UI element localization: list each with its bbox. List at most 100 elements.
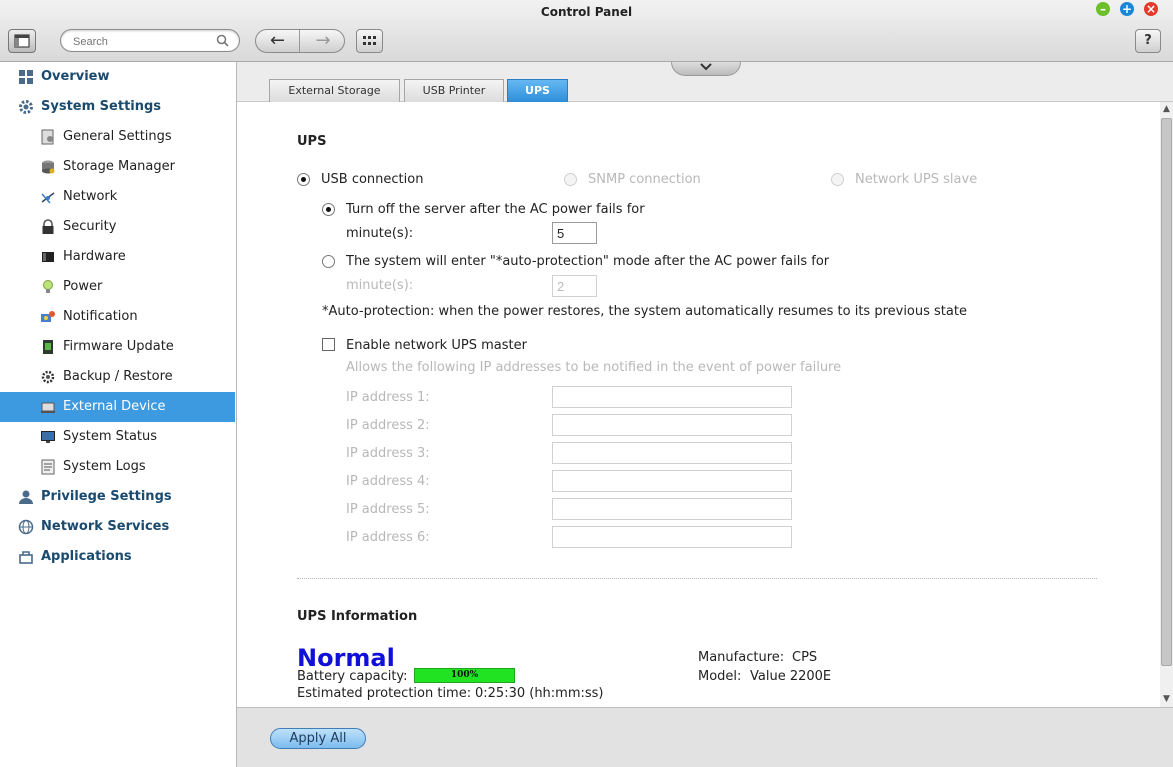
sidebar-icon	[14, 34, 30, 48]
apply-all-button[interactable]: Apply All	[270, 728, 366, 749]
forward-button[interactable]: →	[301, 30, 344, 52]
manufacture-label: Manufacture:	[698, 650, 785, 665]
sidebar-item-storage-manager[interactable]: Storage Manager	[0, 152, 235, 182]
ip-address-1-input[interactable]	[552, 386, 792, 408]
navigation-buttons: ← →	[255, 29, 345, 53]
turn-off-server-label: Turn off the server after the AC power f…	[346, 202, 645, 217]
logs-icon	[41, 459, 55, 475]
user-icon	[19, 490, 33, 504]
sidebar-item-notification[interactable]: Notification	[0, 302, 235, 332]
sidebar-item-network-services[interactable]: Network Services	[0, 512, 235, 542]
tab-usb-printer[interactable]: USB Printer	[404, 79, 504, 102]
auto-protection-minutes-input[interactable]	[552, 275, 597, 297]
sidebar-item-label: Security	[63, 219, 117, 234]
help-button[interactable]: ?	[1135, 29, 1161, 53]
ip-address-label: IP address 1:	[346, 390, 430, 405]
notification-icon	[41, 311, 55, 322]
sidebar-item-power[interactable]: Power	[0, 272, 235, 302]
ups-information-heading: UPS Information	[297, 609, 418, 624]
ip-address-6-input[interactable]	[552, 526, 792, 548]
ip-address-5-input[interactable]	[552, 498, 792, 520]
scroll-down-icon[interactable]: ▼	[1160, 692, 1173, 706]
firmware-icon	[43, 340, 53, 354]
search-box[interactable]	[60, 29, 240, 52]
sidebar-item-label: Hardware	[63, 249, 126, 264]
model-label: Model:	[698, 669, 742, 684]
grid-icon	[363, 36, 376, 45]
storage-icon	[42, 160, 55, 174]
sidebar-item-hardware[interactable]: Hardware	[0, 242, 235, 272]
tab-bar: External Storage USB Printer UPS	[237, 62, 1173, 102]
sidebar-item-label: Network	[63, 189, 118, 204]
sidebar-item-label: Privilege Settings	[41, 489, 172, 504]
window-title: Control Panel	[540, 5, 633, 19]
scroll-up-icon[interactable]: ▲	[1160, 102, 1173, 116]
usb-connection-label: USB connection	[321, 172, 424, 187]
network-icon	[41, 192, 55, 204]
auto-protection-minutes-label: minute(s):	[346, 278, 414, 293]
tab-ups[interactable]: UPS	[507, 79, 568, 102]
footer-bar: Apply All	[237, 707, 1173, 767]
battery-capacity-label: Battery capacity:	[297, 669, 408, 684]
tab-external-storage[interactable]: External Storage	[269, 79, 400, 102]
apps-grid-button[interactable]	[356, 29, 383, 53]
sidebar-item-network[interactable]: Network	[0, 182, 235, 212]
content-scrollbar[interactable]: ▲ ▼	[1160, 102, 1173, 707]
ups-settings-content: UPS USB connection SNMP connection Netwo…	[237, 102, 1161, 707]
gear-icon	[19, 100, 33, 114]
search-icon[interactable]	[216, 34, 229, 47]
close-button[interactable]: ×	[1144, 2, 1158, 16]
sidebar-item-label: Overview	[41, 69, 110, 84]
search-input[interactable]	[73, 34, 213, 49]
usb-connection-radio[interactable]	[297, 173, 310, 186]
back-button[interactable]: ←	[256, 30, 300, 52]
monitor-icon	[41, 431, 55, 443]
sidebar-item-external-device[interactable]: External Device	[0, 392, 235, 422]
sidebar-item-applications[interactable]: Applications	[0, 542, 235, 572]
model-value: Value 2200E	[750, 669, 832, 684]
sidebar-item-label: Power	[63, 279, 103, 294]
sidebar-item-privilege-settings[interactable]: Privilege Settings	[0, 482, 235, 512]
sidebar-item-backup-restore[interactable]: Backup / Restore	[0, 362, 235, 392]
auto-protection-radio[interactable]	[322, 255, 335, 268]
ip-address-3-input[interactable]	[552, 442, 792, 464]
network-ups-slave-radio[interactable]	[831, 173, 844, 186]
ip-address-label: IP address 3:	[346, 446, 430, 461]
sidebar-item-label: Firmware Update	[63, 339, 174, 354]
globe-icon	[18, 519, 34, 535]
sidebar-item-firmware-update[interactable]: Firmware Update	[0, 332, 235, 362]
lock-icon	[42, 219, 54, 234]
sidebar-item-system-logs[interactable]: System Logs	[0, 452, 235, 482]
protection-time-value: 0:25:30 (hh:mm:ss)	[475, 686, 604, 701]
scrollbar-thumb[interactable]	[1161, 118, 1172, 666]
overview-icon	[19, 70, 33, 84]
snmp-connection-radio[interactable]	[564, 173, 577, 186]
turn-off-server-radio[interactable]	[322, 203, 335, 216]
ip-address-label: IP address 5:	[346, 502, 430, 517]
sidebar-item-label: General Settings	[63, 129, 172, 144]
minimize-button[interactable]: –	[1096, 2, 1110, 16]
enable-ups-master-checkbox[interactable]	[322, 338, 335, 351]
toggle-sidebar-button[interactable]	[8, 29, 36, 53]
ip-address-4-input[interactable]	[552, 470, 792, 492]
network-ups-slave-label: Network UPS slave	[855, 172, 978, 187]
ip-address-label: IP address 2:	[346, 418, 430, 433]
maximize-button[interactable]: +	[1120, 2, 1134, 16]
collapse-toolbar-button[interactable]	[671, 62, 741, 76]
turn-off-minutes-label: minute(s):	[346, 226, 414, 241]
sidebar-item-general-settings[interactable]: General Settings	[0, 122, 235, 152]
ip-address-2-input[interactable]	[552, 414, 792, 436]
ups-heading: UPS	[297, 134, 327, 149]
sidebar-item-overview[interactable]: Overview	[0, 62, 235, 92]
auto-protection-label: The system will enter "*auto-protection"…	[346, 254, 830, 269]
sidebar-item-system-settings[interactable]: System Settings	[0, 92, 235, 122]
ip-address-label: IP address 4:	[346, 474, 430, 489]
sidebar-item-system-status[interactable]: System Status	[0, 422, 235, 452]
external-device-icon	[41, 402, 55, 413]
sidebar-item-security[interactable]: Security	[0, 212, 235, 242]
bulb-icon	[43, 280, 53, 293]
sidebar-item-label: Storage Manager	[63, 159, 175, 174]
sidebar-item-label: Backup / Restore	[63, 369, 173, 384]
ups-master-hint: Allows the following IP addresses to be …	[346, 360, 842, 375]
turn-off-minutes-input[interactable]	[552, 222, 597, 244]
